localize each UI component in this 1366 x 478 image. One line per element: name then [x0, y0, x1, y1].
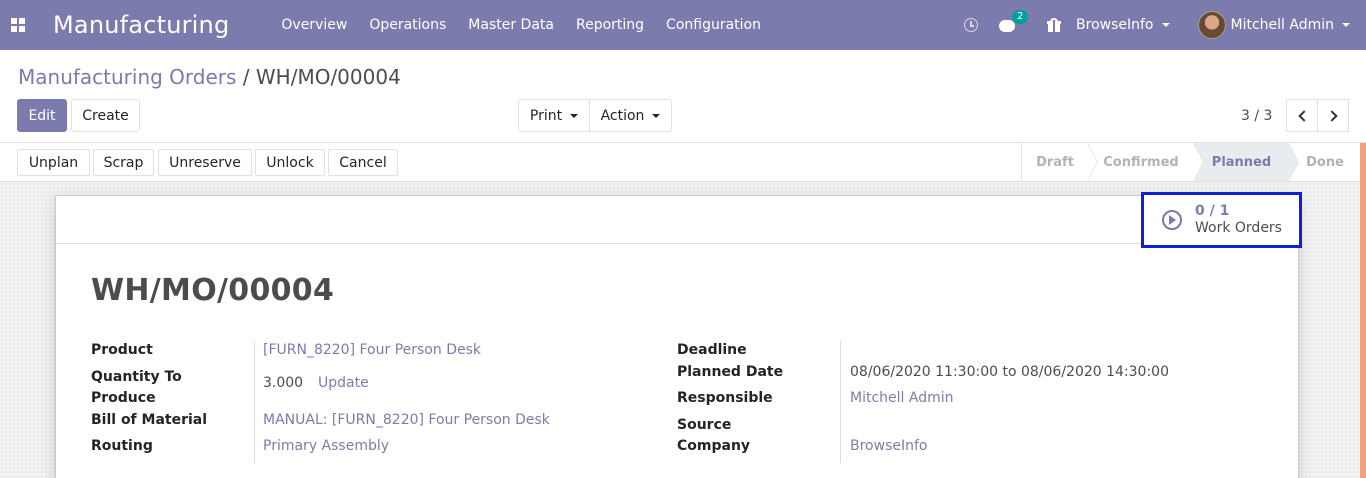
source-label: Source — [677, 417, 732, 433]
breadcrumb: Manufacturing Orders / WH/MO/00004 — [18, 65, 401, 89]
quantity-label-line1: Quantity To — [91, 369, 182, 385]
breadcrumb-parent-link[interactable]: Manufacturing Orders — [18, 65, 236, 89]
messaging-menu[interactable]: 2 — [999, 10, 1029, 32]
unlock-button[interactable]: Unlock — [255, 149, 325, 176]
pager-next-button[interactable] — [1317, 99, 1349, 132]
unreserve-button[interactable]: Unreserve — [158, 149, 252, 176]
chevron-right-icon — [1325, 109, 1338, 122]
quantity-label-line2: Produce — [91, 390, 156, 406]
stage-planned: Planned — [1194, 143, 1299, 181]
play-circle-icon — [1162, 210, 1182, 230]
menu-configuration[interactable]: Configuration — [666, 17, 761, 33]
chat-icon[interactable] — [999, 20, 1016, 32]
apps-menu-icon[interactable] — [11, 18, 25, 32]
top-navbar: Manufacturing Overview Operations Master… — [0, 0, 1366, 50]
responsible-label: Responsible — [677, 390, 773, 406]
routing-value-link[interactable]: Primary Assembly — [263, 436, 389, 457]
user-name: Mitchell Admin — [1230, 17, 1335, 33]
breadcrumb-current: WH/MO/00004 — [255, 65, 401, 89]
main-menu: Overview Operations Master Data Reportin… — [281, 17, 783, 33]
gift-icon[interactable] — [1047, 18, 1062, 32]
edit-button[interactable]: Edit — [17, 99, 67, 132]
planned-date-value: 08/06/2020 11:30:00 to 08/06/2020 14:30:… — [850, 364, 1169, 380]
breadcrumb-separator: / — [236, 65, 256, 89]
divider — [254, 341, 255, 463]
menu-operations[interactable]: Operations — [369, 17, 446, 33]
systray: 2 BrowseInfo Mitchell Admin — [964, 0, 1366, 50]
work-orders-label: Work Orders — [1195, 220, 1282, 236]
action-dropdown[interactable]: Action — [589, 99, 672, 132]
menu-reporting[interactable]: Reporting — [576, 17, 644, 33]
stage-draft-label: Draft — [1036, 154, 1074, 170]
action-label: Action — [600, 107, 645, 124]
update-quantity-link[interactable]: Update — [318, 373, 369, 394]
company-name: BrowseInfo — [1076, 17, 1154, 33]
cancel-button[interactable]: Cancel — [328, 149, 398, 176]
bom-value-link[interactable]: MANUAL: [FURN_8220] Four Person Desk — [263, 410, 550, 431]
print-label: Print — [529, 107, 563, 124]
caret-down-icon — [1161, 23, 1170, 27]
chevron-left-icon — [1297, 109, 1310, 122]
stage-done-label: Done — [1306, 154, 1344, 170]
menu-master-data[interactable]: Master Data — [468, 17, 554, 33]
routing-label: Routing — [91, 438, 153, 454]
product-label: Product — [91, 342, 153, 358]
product-value-link[interactable]: [FURN_8220] Four Person Desk — [263, 340, 481, 361]
chat-count-badge: 2 — [1012, 10, 1029, 24]
divider — [840, 341, 841, 463]
planned-date-label: Planned Date — [677, 364, 784, 380]
caret-down-icon — [570, 113, 579, 118]
button-box — [56, 196, 1298, 244]
quantity-value: 3.000 — [263, 375, 304, 391]
stage-done: Done — [1289, 143, 1361, 181]
pager-value[interactable]: 3 / 3 — [1241, 108, 1272, 124]
print-dropdown[interactable]: Print — [518, 99, 590, 132]
stage-confirmed-label: Confirmed — [1103, 154, 1179, 170]
company-switcher[interactable]: BrowseInfo — [1076, 17, 1170, 33]
control-panel: Manufacturing Orders / WH/MO/00004 Edit … — [0, 50, 1366, 143]
create-button[interactable]: Create — [71, 99, 140, 132]
stage-statusbar: Draft Confirmed Planned Done — [1021, 143, 1361, 181]
responsible-value-link[interactable]: Mitchell Admin — [850, 388, 954, 409]
statusbar-row: Unplan Scrap Unreserve Unlock Cancel Dra… — [0, 143, 1366, 182]
unplan-button[interactable]: Unplan — [17, 149, 90, 176]
avatar — [1197, 11, 1226, 39]
pager-previous-button[interactable] — [1286, 99, 1318, 132]
menu-overview[interactable]: Overview — [281, 17, 347, 33]
stage-confirmed: Confirmed — [1088, 143, 1204, 181]
bom-label: Bill of Material — [91, 412, 208, 428]
user-menu[interactable]: Mitchell Admin — [1197, 11, 1350, 39]
activity-clock-icon[interactable] — [964, 18, 979, 32]
stage-planned-label: Planned — [1211, 154, 1272, 170]
caret-down-icon — [652, 113, 661, 118]
scrollbar[interactable] — [1360, 143, 1366, 478]
caret-down-icon — [1342, 23, 1350, 27]
work-orders-count: 0 / 1 — [1195, 203, 1230, 219]
app-name: Manufacturing — [53, 11, 230, 39]
record-title: WH/MO/00004 — [91, 273, 335, 308]
form-sheet: 0 / 1 Work Orders WH/MO/00004 Product Qu… — [55, 192, 1302, 478]
deadline-label: Deadline — [677, 342, 747, 358]
company-label: Company — [677, 438, 751, 454]
scrap-button[interactable]: Scrap — [93, 149, 154, 176]
stage-draft: Draft — [1022, 143, 1098, 181]
work-orders-smart-button[interactable]: 0 / 1 Work Orders — [1141, 192, 1302, 248]
company-value-link[interactable]: BrowseInfo — [850, 436, 927, 457]
